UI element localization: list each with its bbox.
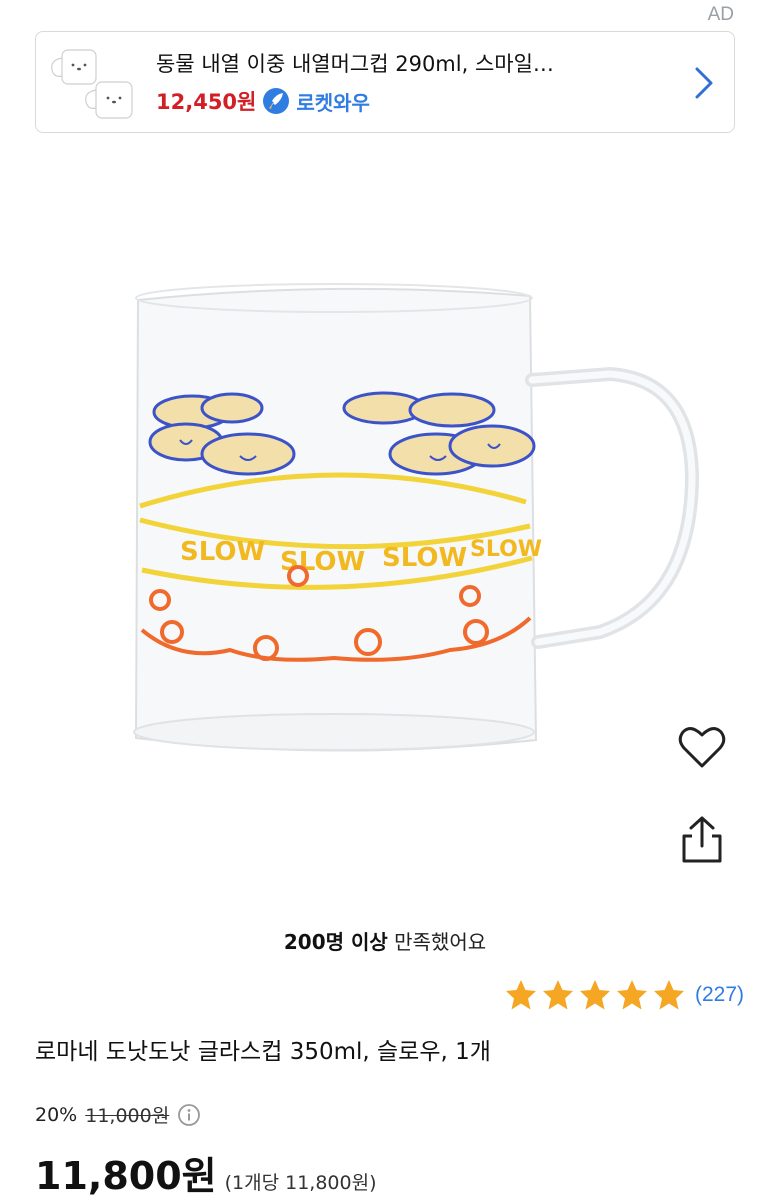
ad-price: 12,450원	[156, 90, 257, 114]
rating-row[interactable]: (227)	[504, 978, 744, 1012]
original-price: 11,000원	[85, 1105, 170, 1127]
ad-price-row: 12,450원 로켓와우	[156, 86, 370, 116]
satisfaction-label: 만족했어요	[387, 930, 487, 954]
svg-text:SLOW: SLOW	[470, 537, 542, 562]
satisfaction-text: 200명 이상 만족했어요	[0, 926, 770, 955]
star-icon	[579, 980, 610, 1010]
info-icon[interactable]	[177, 1103, 201, 1127]
share-icon[interactable]	[677, 814, 727, 866]
svg-text:SLOW: SLOW	[382, 543, 467, 573]
ad-thumbnail-image	[51, 49, 133, 119]
chevron-right-icon[interactable]	[692, 65, 716, 101]
star-icon	[505, 980, 536, 1010]
svg-text:SLOW: SLOW	[180, 537, 265, 567]
discount-row: 20% 11,000원	[35, 1101, 201, 1128]
ad-product-title[interactable]: 동물 내열 이중 내열머그컵 290ml, 스마일…	[156, 48, 554, 78]
final-price-row: 11,800원 (1개당 11,800원)	[35, 1145, 376, 1200]
rocket-icon	[263, 88, 290, 114]
rocket-wow-badge: 로켓와우	[296, 90, 370, 115]
product-title: 로마네 도낫도낫 글라스컵 350ml, 슬로우, 1개	[35, 1039, 491, 1065]
discount-rate: 20%	[35, 1103, 78, 1126]
product-image: SLOW SLOW SLOW SLOW	[133, 283, 700, 752]
star-icon	[653, 980, 684, 1010]
star-icon	[542, 980, 573, 1010]
review-count-link[interactable]: (227)	[695, 983, 744, 1007]
final-price: 11,800원	[35, 1154, 217, 1198]
ad-label: AD	[707, 4, 734, 25]
ad-banner[interactable]: 동물 내열 이중 내열머그컵 290ml, 스마일… 12,450원 로켓와우	[35, 31, 735, 133]
star-icon	[616, 980, 647, 1010]
heart-icon[interactable]	[676, 722, 728, 774]
unit-price: (1개당 11,800원)	[224, 1172, 377, 1194]
svg-text:SLOW: SLOW	[280, 547, 365, 577]
satisfaction-count: 200명 이상	[283, 930, 388, 954]
